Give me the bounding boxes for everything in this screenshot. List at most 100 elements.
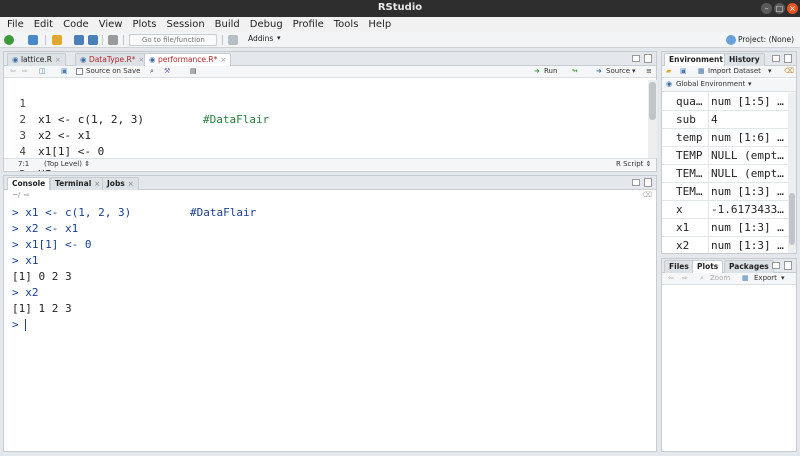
grid-icon[interactable] [228,35,238,45]
export-button[interactable]: Export [754,273,777,284]
menu-debug[interactable]: Debug [243,17,283,32]
code-comment: #DataFlair [203,113,270,126]
new-project-icon[interactable] [28,35,38,45]
env-row[interactable]: x1 num [1:3] … [662,219,788,237]
forward-icon[interactable]: ⇨ [682,273,688,284]
menu-file[interactable]: File [0,17,24,32]
r-file-icon: ◉ [149,55,156,64]
import-dataset-button[interactable]: Import Dataset [708,66,761,77]
save-icon[interactable] [74,35,84,45]
print-icon[interactable] [108,35,118,45]
source-on-save-checkbox[interactable] [76,68,83,75]
editor-scrollbar[interactable] [648,80,657,158]
environment-scrollbar[interactable] [788,93,796,253]
env-row[interactable]: sub 4 [662,111,788,129]
tab-plots[interactable]: Plots [692,260,724,273]
env-name: x2 [676,239,690,252]
env-name: TEM… [676,167,703,180]
close-icon[interactable]: × [128,180,134,188]
chevron-down-icon[interactable]: ▾ [781,273,785,284]
source-button[interactable]: Source [606,66,630,77]
env-row[interactable]: TEM… num [1:3] … [662,183,788,201]
minimize-pane-icon[interactable] [772,262,780,269]
menu-plots[interactable]: Plots [125,17,156,32]
working-directory[interactable]: ~/ [12,190,20,201]
minimize-pane-icon[interactable] [772,55,780,62]
maximize-pane-icon[interactable] [644,178,652,187]
tab-terminal[interactable]: Terminal × [50,177,106,190]
tab-jobs[interactable]: Jobs × [102,177,139,190]
close-button[interactable]: × [787,3,798,14]
open-file-icon[interactable] [52,35,62,45]
maximize-button[interactable]: □ [774,3,785,14]
env-row[interactable]: x -1.6173433… [662,201,788,219]
env-row[interactable]: qua… num [1:5] … [662,93,788,111]
close-icon[interactable]: × [220,56,226,64]
addins-menu[interactable]: Addins [248,34,273,43]
chevron-down-icon[interactable]: ▾ [632,66,636,77]
minimize-button[interactable]: – [761,3,772,14]
outline-icon[interactable]: ≡ [646,66,652,77]
maximize-pane-icon[interactable] [784,261,792,270]
close-icon[interactable]: × [94,180,100,188]
scrollbar-thumb[interactable] [649,82,656,120]
menu-build[interactable]: Build [208,17,240,32]
env-row[interactable]: x2 num [1:3] … [662,237,788,253]
console-output[interactable]: > x1 <- c(1, 2, 3) #DataFlair > x2 <- x1 … [4,205,656,451]
menu-help[interactable]: Help [361,17,391,32]
forward-icon[interactable]: ⇨ [22,66,28,77]
rerun-icon[interactable]: ↬ [572,66,578,77]
console-path-bar: ~/ ⇨ ⌫ [4,190,656,203]
back-icon[interactable]: ⇦ [10,66,16,77]
menu-edit[interactable]: Edit [27,17,53,32]
scope-selector[interactable]: (Top Level) ⇕ [44,159,90,170]
search-icon[interactable]: ⌕ [150,66,154,77]
tab-datatype[interactable]: ◉ DataType.R* × [75,53,150,66]
chevron-down-icon[interactable]: ▾ [748,79,752,90]
broom-icon[interactable]: ⌫ [642,190,652,201]
tab-files[interactable]: Files [664,260,694,273]
minimize-pane-icon[interactable] [632,55,640,62]
main-toolbar: Go to file/function Addins ▾ Project: (N… [0,32,800,48]
maximize-pane-icon[interactable] [784,54,792,63]
chevron-down-icon[interactable]: ▾ [768,66,772,77]
open-in-window-icon[interactable]: ◫ [39,66,46,77]
save-icon[interactable]: ▣ [61,66,68,77]
menu-view[interactable]: View [92,17,123,32]
tab-environment[interactable]: Environment [664,53,728,66]
source-editor-pane: ◉ lattice.R × ◉ DataType.R* × ◉ performanc… [3,51,657,190]
go-to-directory-icon[interactable]: ⇨ [24,190,30,201]
file-type-selector[interactable]: R Script ⇕ [616,159,651,170]
wand-icon[interactable]: ⚒ [164,66,170,77]
tab-lattice[interactable]: ◉ lattice.R × [7,53,66,66]
code-area[interactable]: 1 x1 <- c(1, 2, 3) #DataFlair 2 x2 <- x1 … [4,80,648,190]
tab-console[interactable]: Console [7,177,51,190]
menu-code[interactable]: Code [56,17,89,32]
menu-session[interactable]: Session [160,17,205,32]
menu-tools[interactable]: Tools [327,17,359,32]
env-row[interactable]: temp num [1:6] … [662,129,788,147]
menu-profile[interactable]: Profile [286,17,324,32]
save-all-icon[interactable] [88,35,98,45]
project-menu[interactable]: Project: (None) [738,35,794,44]
tab-performance[interactable]: ◉ performance.R* × [144,53,232,66]
maximize-pane-icon[interactable] [644,54,652,63]
close-icon[interactable]: × [55,56,61,64]
env-row[interactable]: TEM… NULL (empt… [662,165,788,183]
scrollbar-thumb[interactable] [789,193,795,245]
console-prompt: > [12,238,26,251]
minimize-pane-icon[interactable] [632,179,640,186]
save-workspace-icon[interactable]: ▣ [680,66,687,77]
broom-icon[interactable]: ⌫ [784,66,794,77]
tab-packages[interactable]: Packages [724,260,774,273]
run-button[interactable]: Run [544,66,557,77]
environment-scope-selector[interactable]: Global Environment [676,79,745,90]
env-row[interactable]: TEMP NULL (empt… [662,147,788,165]
new-file-icon[interactable] [4,35,14,45]
compile-report-icon[interactable]: ▤ [190,66,197,77]
back-icon[interactable]: ⇦ [668,273,674,284]
goto-file-input[interactable]: Go to file/function [129,34,217,46]
tab-history[interactable]: History [724,53,765,66]
zoom-button[interactable]: Zoom [710,273,730,284]
load-workspace-icon[interactable]: ▰ [666,66,671,77]
